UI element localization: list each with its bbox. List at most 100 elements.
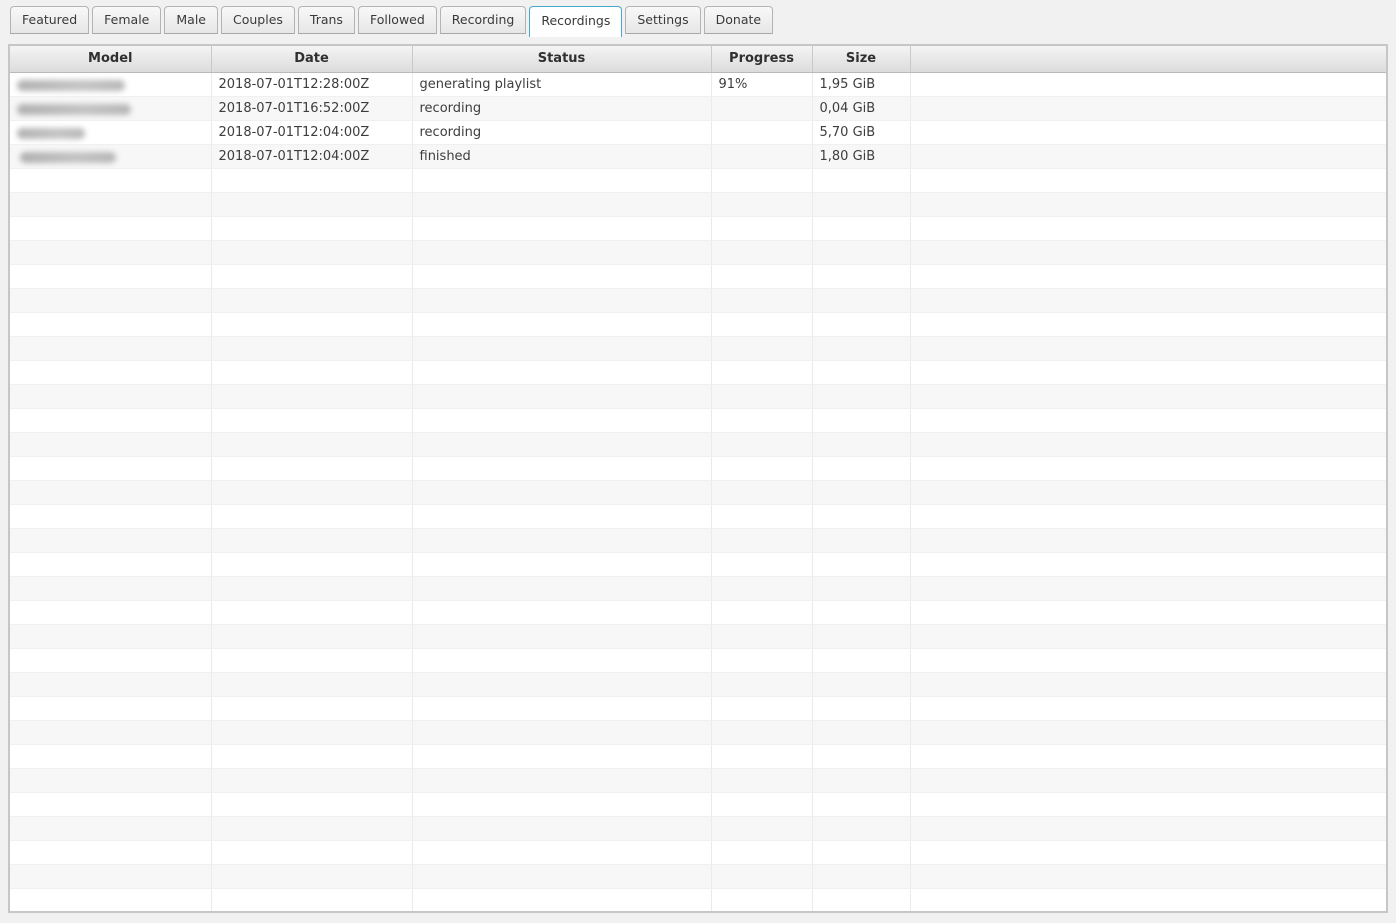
empty-cell (812, 600, 910, 624)
empty-cell (711, 168, 812, 192)
table-row-empty (10, 408, 1386, 432)
empty-cell (412, 840, 711, 864)
empty-cell (10, 768, 211, 792)
empty-cell (211, 840, 412, 864)
size-cell: 1,95 GiB (812, 72, 910, 96)
tab-donate[interactable]: Donate (704, 6, 773, 34)
table-row[interactable]: 2018-07-01T12:04:00Z finished 1,80 GiB (10, 144, 1386, 168)
empty-cell (10, 552, 211, 576)
empty-cell (412, 576, 711, 600)
empty-cell (412, 456, 711, 480)
table-row-empty (10, 792, 1386, 816)
empty-cell (211, 696, 412, 720)
empty-cell (412, 312, 711, 336)
empty-cell (211, 264, 412, 288)
empty-cell (711, 216, 812, 240)
model-cell (10, 144, 211, 168)
empty-cell (10, 624, 211, 648)
empty-cell (910, 744, 1386, 768)
empty-cell (412, 768, 711, 792)
empty-cell (711, 480, 812, 504)
filler-cell (910, 96, 1386, 120)
status-cell: generating playlist (412, 72, 711, 96)
table-row[interactable]: 2018-07-01T16:52:00Z recording 0,04 GiB (10, 96, 1386, 120)
tab-couples[interactable]: Couples (221, 6, 295, 34)
empty-cell (812, 264, 910, 288)
table-row-empty (10, 648, 1386, 672)
table-row-empty (10, 360, 1386, 384)
blurred-model-name (20, 152, 116, 163)
table-row-empty (10, 432, 1386, 456)
tab-trans[interactable]: Trans (298, 6, 355, 34)
table-row-empty (10, 744, 1386, 768)
empty-cell (412, 384, 711, 408)
column-header-date[interactable]: Date (211, 46, 412, 72)
empty-cell (10, 360, 211, 384)
tab-featured[interactable]: Featured (10, 6, 89, 34)
tab-recordings[interactable]: Recordings (529, 6, 622, 37)
tab-followed[interactable]: Followed (358, 6, 437, 34)
empty-cell (211, 768, 412, 792)
empty-cell (412, 336, 711, 360)
column-header-model[interactable]: Model (10, 46, 211, 72)
empty-cell (812, 696, 910, 720)
empty-cell (412, 648, 711, 672)
empty-cell (711, 456, 812, 480)
table-row-empty (10, 528, 1386, 552)
empty-cell (412, 408, 711, 432)
empty-cell (711, 504, 812, 528)
empty-cell (910, 792, 1386, 816)
date-cell: 2018-07-01T12:28:00Z (211, 72, 412, 96)
size-cell: 5,70 GiB (812, 120, 910, 144)
empty-cell (211, 720, 412, 744)
empty-cell (711, 696, 812, 720)
table-row-empty (10, 240, 1386, 264)
empty-cell (412, 672, 711, 696)
empty-cell (910, 288, 1386, 312)
empty-cell (812, 360, 910, 384)
empty-cell (211, 216, 412, 240)
table-row[interactable]: 2018-07-01T12:04:00Z recording 5,70 GiB (10, 120, 1386, 144)
empty-cell (211, 456, 412, 480)
empty-cell (711, 360, 812, 384)
model-cell (10, 120, 211, 144)
empty-cell (812, 528, 910, 552)
empty-cell (412, 504, 711, 528)
table-row[interactable]: 2018-07-01T12:28:00Z generating playlist… (10, 72, 1386, 96)
empty-cell (10, 192, 211, 216)
table-row-empty (10, 456, 1386, 480)
empty-cell (10, 456, 211, 480)
empty-cell (10, 576, 211, 600)
table-row-empty (10, 312, 1386, 336)
empty-cell (910, 480, 1386, 504)
empty-cell (211, 240, 412, 264)
table-row-empty (10, 192, 1386, 216)
tab-recording[interactable]: Recording (440, 6, 527, 34)
tab-male[interactable]: Male (164, 6, 218, 34)
empty-cell (910, 576, 1386, 600)
empty-cell (211, 648, 412, 672)
tab-settings[interactable]: Settings (625, 6, 700, 34)
model-cell (10, 72, 211, 96)
table-row-empty (10, 504, 1386, 528)
column-header-progress[interactable]: Progress (711, 46, 812, 72)
empty-cell (910, 432, 1386, 456)
empty-cell (412, 744, 711, 768)
table-row-empty (10, 696, 1386, 720)
empty-cell (910, 648, 1386, 672)
column-header-status[interactable]: Status (412, 46, 711, 72)
table-row-empty (10, 672, 1386, 696)
empty-cell (812, 720, 910, 744)
empty-cell (711, 672, 812, 696)
empty-cell (711, 192, 812, 216)
column-header-size[interactable]: Size (812, 46, 910, 72)
empty-cell (812, 216, 910, 240)
empty-cell (910, 336, 1386, 360)
empty-cell (812, 744, 910, 768)
empty-cell (910, 240, 1386, 264)
tab-female[interactable]: Female (92, 6, 161, 34)
empty-cell (711, 864, 812, 888)
table-row-empty (10, 168, 1386, 192)
empty-cell (10, 792, 211, 816)
empty-cell (910, 768, 1386, 792)
